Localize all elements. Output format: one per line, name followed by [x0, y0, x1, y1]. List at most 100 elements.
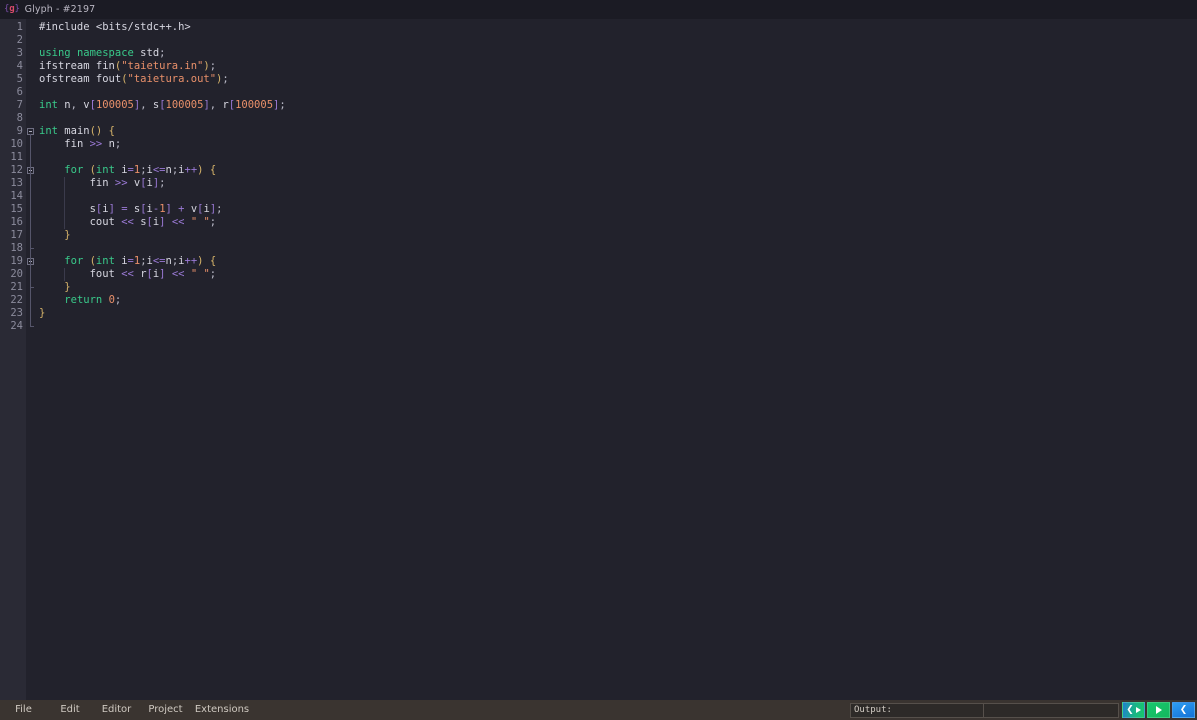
menu-item-project[interactable]: Project — [140, 700, 191, 720]
glyph-editor-window: {g} Glyph - #2197 1 2 3 4 5 6 7 8 9 10 11 12 13 14 15 1… — [0, 0, 1197, 720]
fold-cell — [26, 99, 38, 112]
fold-connector — [30, 264, 31, 281]
line-number: 3 — [16, 47, 23, 59]
line-number: 19 — [10, 255, 23, 267]
code-editor[interactable]: 1 2 3 4 5 6 7 8 9 10 11 12 13 14 15 16 17 18 19 20 21 22 23 24 … — [0, 19, 1197, 700]
code-line: ifstream fin("taietura.in"); — [39, 60, 217, 72]
code-line: cout << s[i] << " "; — [89, 216, 217, 228]
line-number: 5 — [16, 73, 23, 85]
fold-cell — [26, 281, 38, 294]
run-button[interactable] — [1147, 702, 1170, 718]
fold-cell — [26, 151, 38, 164]
fold-cell — [26, 294, 38, 307]
line-number: 12 — [10, 164, 23, 176]
fold-cell — [26, 190, 38, 203]
code-line: fin >> v[i]; — [89, 177, 166, 189]
fold-cell — [26, 320, 38, 333]
line-number-gutter: 1 2 3 4 5 6 7 8 9 10 11 12 13 14 15 16 17 18 19 20 21 22 23 24 — [0, 19, 26, 700]
fold-cell — [26, 216, 38, 229]
code-line: } — [39, 307, 46, 319]
line-number: 11 — [10, 151, 23, 163]
window-title: Glyph - #2197 — [24, 3, 96, 15]
menu-item-file[interactable]: File — [0, 700, 47, 720]
fold-cell — [26, 268, 38, 281]
logo-right-bracket: } — [14, 4, 20, 14]
line-number: 10 — [10, 138, 23, 150]
code-line: fin >> n; — [64, 138, 122, 150]
fold-cell — [26, 307, 38, 320]
fold-cell — [26, 47, 38, 60]
code-line: ofstream fout("taietura.out"); — [39, 73, 229, 85]
menu-item-edit[interactable]: Edit — [47, 700, 93, 720]
compile-button[interactable]: ❮ — [1172, 702, 1195, 718]
compile-glyph: ❮ — [1126, 704, 1134, 715]
line-number: 14 — [10, 190, 23, 202]
code-line: fout << r[i] << " "; — [89, 268, 217, 280]
fold-cell — [26, 203, 38, 216]
fold-cell — [26, 255, 38, 268]
code-line: int main() { — [39, 125, 115, 137]
line-number: 20 — [10, 268, 23, 280]
line-number: 24 — [10, 320, 23, 332]
output-value-field[interactable] — [984, 702, 1119, 718]
menu-bar: File Edit Editor Project Extensions — [0, 700, 253, 720]
fold-cell — [26, 177, 38, 190]
code-folding-column[interactable] — [26, 19, 38, 700]
line-number: 18 — [10, 242, 23, 254]
fold-cell — [26, 73, 38, 86]
code-line: #include <bits/stdc++.h> — [39, 21, 191, 33]
title-bar: {g} Glyph - #2197 — [0, 0, 1197, 19]
line-number: 9 — [16, 125, 23, 137]
output-label-field[interactable]: Output: — [850, 702, 984, 718]
code-text-area[interactable]: #include <bits/stdc++.h> using namespace… — [38, 19, 1197, 700]
indent-guide — [64, 177, 66, 229]
line-number: 6 — [16, 86, 23, 98]
fold-cell — [26, 86, 38, 99]
fold-cell — [26, 125, 38, 138]
bottom-menu-bar: File Edit Editor Project Extensions Output: … — [0, 700, 1197, 720]
fold-cell — [26, 34, 38, 47]
line-number: 4 — [16, 60, 23, 72]
line-number: 23 — [10, 307, 23, 319]
line-number: 22 — [10, 294, 23, 306]
menu-item-extensions[interactable]: Extensions — [191, 700, 253, 720]
code-line: using namespace std; — [39, 47, 166, 59]
line-number: 2 — [16, 34, 23, 46]
fold-cell — [26, 164, 38, 177]
line-number: 8 — [16, 112, 23, 124]
fold-cell — [26, 60, 38, 73]
line-number: 7 — [16, 99, 23, 111]
fold-cell — [26, 229, 38, 242]
bottom-bar-right-controls: Output: ❮ ❮ — [850, 700, 1197, 720]
fold-cell — [26, 21, 38, 34]
code-line: } — [64, 229, 71, 241]
code-line: s[i] = s[i-1] + v[i]; — [89, 203, 223, 215]
line-number: 21 — [10, 281, 23, 293]
fold-cell — [26, 242, 38, 255]
line-number: 16 — [10, 216, 23, 228]
code-line: for (int i=1;i<=n;i++) { — [64, 255, 217, 267]
fold-end-marker — [30, 320, 34, 327]
fold-connector — [30, 173, 31, 242]
compile-run-icon: ❮ — [1126, 704, 1141, 715]
fold-cell — [26, 112, 38, 125]
code-line: return 0; — [64, 294, 122, 306]
line-number: 13 — [10, 177, 23, 189]
play-glyph — [1135, 707, 1141, 713]
menu-item-editor[interactable]: Editor — [93, 700, 140, 720]
code-line: for (int i=1;i<=n;i++) { — [64, 164, 217, 176]
line-number: 15 — [10, 203, 23, 215]
play-icon — [1155, 706, 1162, 714]
line-number: 17 — [10, 229, 23, 241]
compile-and-run-button[interactable]: ❮ — [1122, 702, 1145, 718]
line-number: 1 — [16, 21, 23, 33]
fold-cell — [26, 138, 38, 151]
code-line: } — [64, 281, 71, 293]
